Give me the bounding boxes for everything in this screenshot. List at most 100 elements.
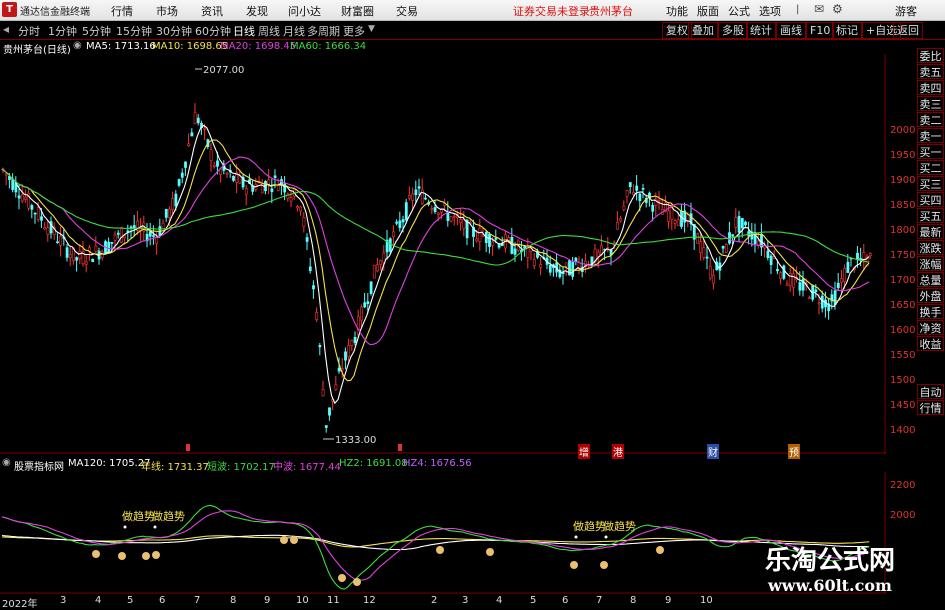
candle bbox=[315, 312, 319, 320]
menu-trade[interactable]: 交易 bbox=[396, 3, 418, 19]
btn-stats[interactable]: 统计 bbox=[746, 22, 776, 39]
candle bbox=[363, 302, 367, 308]
side-sell3[interactable]: 卖三 bbox=[917, 96, 944, 111]
candle bbox=[369, 281, 373, 294]
side-buy3[interactable]: 买三 bbox=[917, 176, 944, 191]
candle bbox=[395, 221, 399, 224]
candle bbox=[840, 278, 843, 283]
side-change-pct[interactable]: 涨幅 bbox=[917, 256, 944, 271]
side-auto[interactable]: 自动 bbox=[917, 384, 944, 399]
candle bbox=[430, 207, 434, 210]
period-more[interactable]: 更多 bbox=[343, 23, 365, 39]
btn-draw[interactable]: 画线 bbox=[776, 22, 806, 39]
candle bbox=[33, 212, 37, 215]
btn-overlay[interactable]: 叠加 bbox=[688, 22, 718, 39]
period-60min[interactable]: 60分钟 bbox=[195, 23, 231, 39]
candle bbox=[155, 237, 159, 244]
candle bbox=[622, 205, 626, 210]
menu-function[interactable]: 功能 bbox=[666, 3, 688, 19]
period-30min[interactable]: 30分钟 bbox=[156, 23, 192, 39]
btn-multistock[interactable]: 多股 bbox=[718, 22, 748, 39]
candle bbox=[792, 273, 795, 288]
candle bbox=[318, 345, 322, 348]
message-icon[interactable]: ✉ bbox=[814, 2, 824, 16]
x-tick: 4 bbox=[496, 595, 503, 606]
side-buy4[interactable]: 买四 bbox=[917, 192, 944, 207]
candle bbox=[296, 206, 299, 209]
user-guest[interactable]: 游客 bbox=[895, 3, 917, 19]
candle bbox=[478, 227, 482, 242]
candle bbox=[625, 190, 629, 197]
candle bbox=[289, 197, 293, 202]
current-stock-tag[interactable]: 贵州茅台 bbox=[589, 3, 633, 19]
menu-ask[interactable]: 问小达 bbox=[288, 3, 321, 19]
side-change[interactable]: 涨跌 bbox=[917, 240, 944, 255]
settings-icon[interactable]: ⚙ bbox=[832, 2, 843, 16]
candle bbox=[408, 195, 411, 199]
menu-options[interactable]: 选项 bbox=[759, 3, 781, 19]
period-1min[interactable]: 1分钟 bbox=[48, 23, 77, 39]
candle bbox=[619, 218, 623, 222]
side-latest[interactable]: 最新 bbox=[917, 224, 944, 239]
side-outer[interactable]: 外盘 bbox=[917, 288, 944, 303]
menu-layout[interactable]: 版面 bbox=[697, 3, 719, 19]
candle bbox=[177, 179, 181, 186]
menu-formula[interactable]: 公式 bbox=[728, 3, 750, 19]
candle bbox=[148, 231, 152, 237]
indicator-header: ◉ 股票指标网 MA120: 1705.27 年线: 1731.37 短波: 1… bbox=[0, 457, 886, 473]
candle bbox=[164, 208, 168, 218]
period-monthly[interactable]: 月线 bbox=[283, 23, 305, 39]
price-tick: 1600 bbox=[890, 325, 916, 336]
menu-quotes[interactable]: 行情 bbox=[111, 3, 133, 19]
candle bbox=[107, 241, 111, 253]
side-buy5[interactable]: 买五 bbox=[917, 208, 944, 223]
candle bbox=[110, 242, 114, 244]
candle bbox=[436, 212, 440, 216]
menu-wealth[interactable]: 财富圈 bbox=[341, 3, 374, 19]
side-volume[interactable]: 总量 bbox=[917, 272, 944, 287]
period-5min[interactable]: 5分钟 bbox=[82, 23, 111, 39]
candle bbox=[548, 264, 552, 273]
side-quote[interactable]: 行情 bbox=[917, 400, 944, 415]
more-dropdown-icon[interactable]: ▼ bbox=[368, 24, 375, 34]
side-earnings[interactable]: 收益 bbox=[917, 336, 944, 351]
period-weekly[interactable]: 周线 bbox=[258, 23, 280, 39]
trade-login-notice[interactable]: 证券交易未登录 bbox=[513, 3, 590, 19]
menu-news[interactable]: 资讯 bbox=[201, 3, 223, 19]
ma5-value: MA5: 1713.16 bbox=[86, 41, 156, 52]
candle bbox=[782, 265, 786, 279]
x-tick: 9 bbox=[665, 595, 672, 606]
period-daily[interactable]: 日线 bbox=[233, 23, 255, 39]
btn-f10[interactable]: F10 bbox=[806, 22, 835, 39]
menu-discover[interactable]: 发现 bbox=[246, 3, 268, 19]
side-sell2[interactable]: 卖二 bbox=[917, 112, 944, 127]
menu-market[interactable]: 市场 bbox=[156, 3, 178, 19]
side-weibi[interactable]: 委比 bbox=[917, 48, 944, 63]
side-sell1[interactable]: 卖一 bbox=[917, 128, 944, 143]
period-multi[interactable]: 多周期 bbox=[307, 23, 340, 39]
quote-side-panel: 委比 卖五 卖四 卖三 卖二 卖一 买一 买二 买三 买四 买五 最新 涨跌 涨… bbox=[917, 40, 945, 420]
chart-settings-icon[interactable]: ◉ bbox=[73, 40, 82, 51]
indicator-name[interactable]: 股票指标网 bbox=[14, 458, 64, 473]
candle bbox=[868, 253, 872, 257]
period-timeshare[interactable]: 分时 bbox=[18, 23, 40, 39]
side-buy1[interactable]: 买一 bbox=[917, 144, 944, 159]
watermark-url: www.60lt.com bbox=[768, 576, 892, 595]
candlestick-chart[interactable]: 2077.00 1333.00 bbox=[0, 54, 886, 454]
side-net-asset[interactable]: 净资 bbox=[917, 320, 944, 335]
btn-mark[interactable]: 标记 bbox=[832, 22, 862, 39]
period-15min[interactable]: 15分钟 bbox=[116, 23, 152, 39]
x-tick: 2 bbox=[431, 595, 438, 606]
side-sell4[interactable]: 卖四 bbox=[917, 80, 944, 95]
candle bbox=[846, 261, 850, 273]
side-sell5[interactable]: 卖五 bbox=[917, 64, 944, 79]
side-turnover[interactable]: 换手 bbox=[917, 304, 944, 319]
nav-left-icon[interactable]: ◂ bbox=[3, 22, 9, 36]
candle bbox=[820, 295, 824, 309]
candle bbox=[59, 235, 63, 246]
candle bbox=[24, 196, 27, 200]
side-buy2[interactable]: 买二 bbox=[917, 160, 944, 175]
candle bbox=[305, 237, 309, 242]
btn-back[interactable]: 返回 bbox=[893, 22, 923, 39]
indicator-settings-icon[interactable]: ◉ bbox=[2, 457, 11, 468]
